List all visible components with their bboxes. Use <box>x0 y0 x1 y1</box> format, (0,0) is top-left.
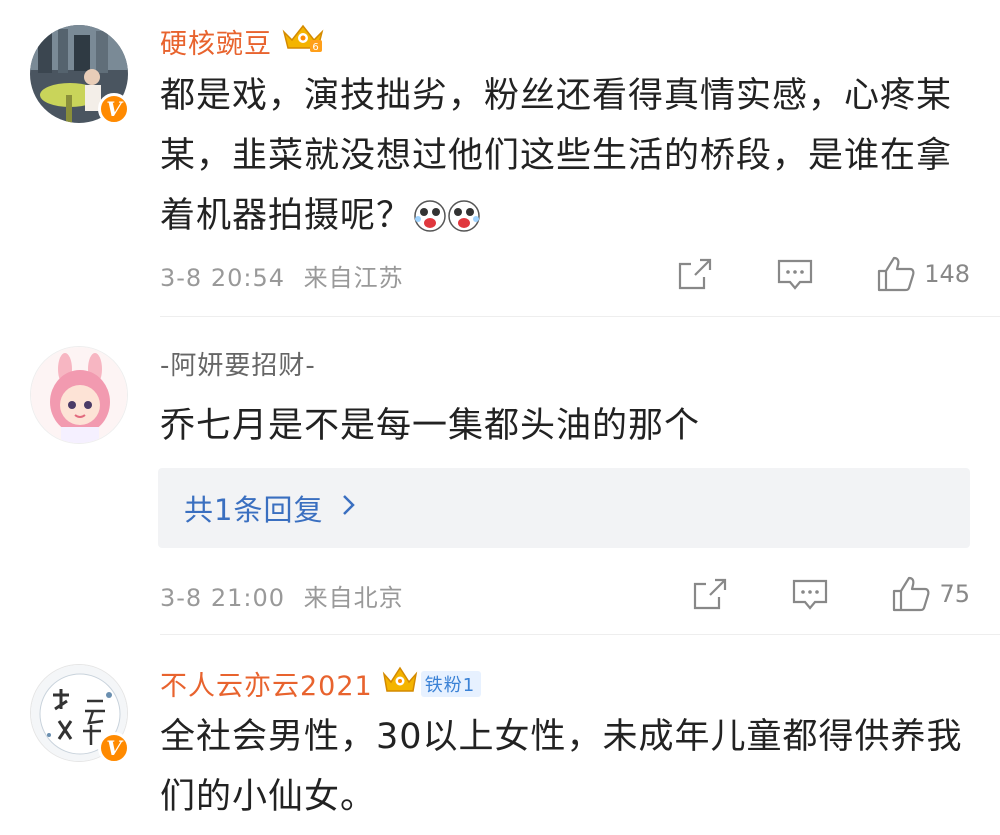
crown-badge-icon <box>381 664 419 703</box>
like-count: 75 <box>939 580 970 608</box>
share-icon[interactable] <box>676 257 714 291</box>
avatar[interactable]: V <box>30 25 130 125</box>
comment-text: 乔七月是不是每一集都头油的那个 <box>160 406 701 446</box>
username[interactable]: 硬核豌豆 6 <box>160 22 326 61</box>
like-icon <box>878 256 915 292</box>
comment-actions: 148 <box>676 252 970 296</box>
reply-count-label: 共1条回复 <box>184 493 324 527</box>
like-button[interactable]: 75 <box>891 575 970 613</box>
comment-location: 来自江苏 <box>303 264 404 292</box>
divider <box>160 316 1000 317</box>
comment-icon[interactable] <box>776 257 814 291</box>
like-count: 148 <box>924 260 970 288</box>
comment-time: 3-8 20:54 <box>160 264 285 292</box>
comment-location: 来自北京 <box>303 584 404 612</box>
divider <box>160 634 1000 635</box>
comment-meta: 3-8 21:00 来自北京 <box>160 578 404 613</box>
like-icon <box>893 576 930 612</box>
comment-feed: V 硬核豌豆 6 都是戏，演技拙劣，粉丝还看得真情实感，心疼某某，韭菜就没想过他… <box>0 0 1000 835</box>
comment-meta: 3-8 20:54 来自江苏 <box>160 258 404 293</box>
comment-time: 3-8 21:00 <box>160 584 285 612</box>
replies-button[interactable]: 共1条回复 <box>158 468 970 548</box>
avatar[interactable] <box>30 346 128 444</box>
comment-actions: 75 <box>691 572 970 616</box>
username[interactable]: -阿妍要招财- <box>160 345 316 382</box>
chevron-right-icon <box>341 492 357 525</box>
verified-badge: V <box>98 732 130 764</box>
like-button[interactable]: 148 <box>876 255 970 293</box>
crown-badge-icon: 6 <box>280 22 326 61</box>
verified-badge: V <box>98 93 130 125</box>
fan-badge: 铁粉1 <box>420 670 482 697</box>
svg-text:6: 6 <box>312 42 319 53</box>
share-icon[interactable] <box>691 577 729 611</box>
avatar[interactable]: V <box>30 664 130 764</box>
laughing-emoji-icon <box>414 192 480 252</box>
comment-text: 全社会男性，30以上女性，未成年儿童都得供养我们的小仙女。 <box>160 717 963 817</box>
comment-icon[interactable] <box>791 577 829 611</box>
username[interactable]: 不人云亦云2021 铁粉1 <box>160 664 482 703</box>
comment-text: 都是戏，演技拙劣，粉丝还看得真情实感，心疼某某，韭菜就没想过他们这些生活的桥段，… <box>160 66 970 252</box>
